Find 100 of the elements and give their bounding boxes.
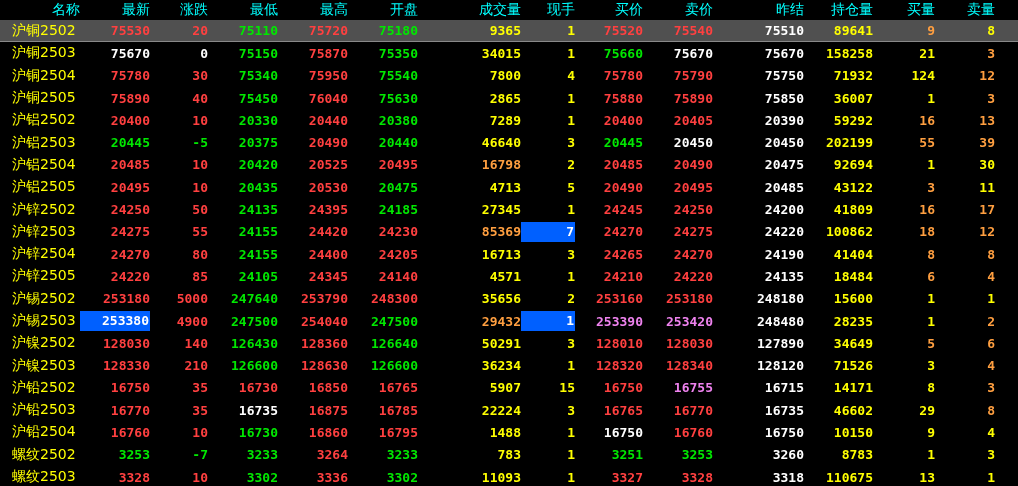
table-cell: 41809 — [833, 202, 873, 217]
table-cell: 128630 — [301, 358, 348, 374]
table-cell: 24345 — [308, 268, 348, 284]
table-cell: 24140 — [378, 268, 418, 284]
quote-row[interactable]: 沪铅2503 16770 35 16735 16875 16785 22224 3 16765 16770 16735 46602 29 8 — [0, 399, 1018, 422]
table-cell: 7800 — [489, 68, 521, 84]
table-cell: 24420 — [308, 224, 348, 240]
quote-row[interactable]: 沪锌2503 24275 55 24155 24420 24230 85369 7 24270 24275 24220 100862 18 12 — [0, 220, 1018, 243]
table-cell: 11 — [979, 179, 995, 195]
table-cell: 253420 — [666, 313, 713, 329]
column-header[interactable]: 名称 — [52, 1, 80, 19]
quote-row[interactable]: 螺纹2503 3328 10 3302 3336 3302 11093 1 3327 3328 3318 110675 13 1 — [0, 465, 1018, 486]
column-header[interactable]: 现手 — [547, 1, 575, 19]
table-cell: 9 — [927, 23, 935, 39]
table-cell: -5 — [192, 135, 208, 151]
table-cell: 16760 — [673, 425, 713, 440]
table-cell: 4571 — [489, 268, 521, 284]
column-header[interactable]: 卖量 — [967, 1, 995, 19]
quote-row[interactable]: 沪铅2502 16750 35 16730 16850 16765 5907 15 16750 16755 16715 14171 8 3 — [0, 376, 1018, 400]
table-cell: 10 — [192, 469, 208, 485]
table-cell: 2 — [567, 291, 575, 307]
table-cell: 24190 — [764, 246, 804, 262]
table-cell: 16 — [919, 112, 935, 128]
table-cell: 24275 — [110, 224, 150, 240]
table-cell: 253180 — [103, 291, 150, 307]
table-cell: 20445 — [110, 135, 150, 151]
table-cell: 39 — [979, 135, 995, 151]
quote-row[interactable]: 沪镍2502 128030 140 126430 128360 126640 50291 3 128010 128030 127890 34649 5 6 — [0, 332, 1018, 355]
table-cell: 1 — [567, 447, 575, 463]
table-cell: 75110 — [238, 23, 278, 39]
column-header[interactable]: 开盘 — [390, 1, 418, 19]
table-cell: 24275 — [673, 224, 713, 240]
column-header[interactable]: 买价 — [615, 1, 643, 19]
table-cell: 24220 — [764, 224, 804, 240]
table-cell: 253390 — [596, 313, 643, 329]
quote-row[interactable]: 沪铜2502 75530 20 75110 75720 75180 9365 1 75520 75540 75510 89641 9 8 — [0, 20, 1018, 43]
quote-row[interactable]: 沪锌2505 24220 85 24105 24345 24140 4571 1 24210 24220 24135 18484 6 4 — [0, 265, 1018, 288]
table-cell: 1 — [567, 268, 575, 284]
table-cell: 248180 — [757, 291, 804, 307]
table-cell: 247640 — [231, 291, 278, 307]
column-header[interactable]: 买量 — [907, 1, 935, 19]
contract-name: 沪锌2504 — [12, 245, 76, 262]
table-cell: 210 — [184, 358, 208, 374]
quote-row[interactable]: 沪铝2504 20485 10 20420 20525 20495 16798 2 20485 20490 20475 92694 1 30 — [0, 153, 1018, 177]
quote-row[interactable]: 沪锡2502 253180 5000 247640 253790 248300 35656 2 253160 253180 248180 15600 1 1 — [0, 287, 1018, 310]
quote-row[interactable]: 沪锡2503 253380 4900 247500 254040 247500 29432 1 253390 253420 248480 28235 1 2 — [0, 309, 1018, 333]
table-cell: 24200 — [764, 202, 804, 217]
contract-name: 沪铝2504 — [12, 155, 76, 172]
table-cell: 75630 — [378, 90, 418, 106]
table-cell: 35 — [192, 402, 208, 418]
table-cell: 3302 — [246, 469, 278, 485]
table-cell: 6 — [927, 268, 935, 284]
table-cell: 43122 — [833, 179, 873, 195]
table-cell: 24245 — [603, 202, 643, 217]
table-cell: 92694 — [833, 157, 873, 173]
table-cell: 16795 — [378, 425, 418, 440]
column-header[interactable]: 最低 — [250, 1, 278, 19]
column-header[interactable]: 涨跌 — [180, 1, 208, 19]
table-cell: 3 — [567, 135, 575, 151]
column-header[interactable]: 最新 — [122, 1, 150, 19]
table-cell: 10 — [192, 157, 208, 173]
column-header[interactable]: 成交量 — [479, 1, 521, 19]
table-cell: 24395 — [308, 202, 348, 217]
contract-name: 螺纹2502 — [12, 445, 76, 462]
table-cell: 75510 — [764, 23, 804, 39]
quote-row[interactable]: 沪铜2505 75890 40 75450 76040 75630 2865 1 75880 75890 75850 36007 1 3 — [0, 86, 1018, 110]
table-cell: 248300 — [371, 291, 418, 307]
column-header[interactable]: 持仓量 — [831, 1, 873, 19]
table-cell: 4 — [567, 68, 575, 84]
table-cell: 75540 — [378, 68, 418, 84]
table-cell: 20530 — [308, 179, 348, 195]
table-cell: 4713 — [489, 179, 521, 195]
table-cell: 3 — [987, 380, 995, 396]
table-cell: 3 — [927, 179, 935, 195]
quote-row[interactable]: 螺纹2502 3253 -7 3233 3264 3233 783 1 3251 3253 3260 8783 1 3 — [0, 443, 1018, 466]
contract-name: 沪铝2505 — [12, 178, 76, 195]
quote-row[interactable]: 沪铜2503 75670 0 75150 75870 75350 34015 1 75660 75670 75670 158258 21 3 — [0, 42, 1018, 65]
table-cell: 20400 — [110, 112, 150, 128]
table-cell: 253160 — [596, 291, 643, 307]
quote-row[interactable]: 沪锌2504 24270 80 24155 24400 24205 16713 3 24265 24270 24190 41404 8 8 — [0, 242, 1018, 266]
table-cell: 8 — [927, 246, 935, 262]
table-cell: 75780 — [603, 68, 643, 84]
quote-row[interactable]: 沪铜2504 75780 30 75340 75950 75540 7800 4 75780 75790 75750 71932 124 12 — [0, 64, 1018, 87]
column-header[interactable]: 卖价 — [685, 1, 713, 19]
quote-row[interactable]: 沪铝2503 20445 -5 20375 20490 20440 46640 3 20445 20450 20450 202199 55 39 — [0, 131, 1018, 154]
quote-row[interactable]: 沪锌2502 24250 50 24135 24395 24185 27345 1 24245 24250 24200 41809 16 17 — [0, 198, 1018, 221]
table-cell: 75530 — [110, 23, 150, 39]
table-cell: 10 — [192, 179, 208, 195]
quote-row[interactable]: 沪铝2505 20495 10 20435 20530 20475 4713 5 20490 20495 20485 43122 3 11 — [0, 176, 1018, 199]
table-cell: 3328 — [681, 469, 713, 485]
column-header[interactable]: 最高 — [320, 1, 348, 19]
column-header[interactable]: 昨结 — [776, 1, 804, 19]
quote-row[interactable]: 沪铅2504 16760 10 16730 16860 16795 1488 1 16750 16760 16750 10150 9 4 — [0, 421, 1018, 444]
table-cell: 16765 — [378, 380, 418, 396]
table-cell: 20495 — [673, 179, 713, 195]
quote-row[interactable]: 沪镍2503 128330 210 126600 128630 126600 36234 1 128320 128340 128120 71526 3 4 — [0, 354, 1018, 377]
table-cell: 20495 — [378, 157, 418, 173]
quote-row[interactable]: 沪铝2502 20400 10 20330 20440 20380 7289 1 20400 20405 20390 59292 16 13 — [0, 109, 1018, 132]
table-cell: 20405 — [673, 112, 713, 128]
table-cell: 20330 — [238, 112, 278, 128]
